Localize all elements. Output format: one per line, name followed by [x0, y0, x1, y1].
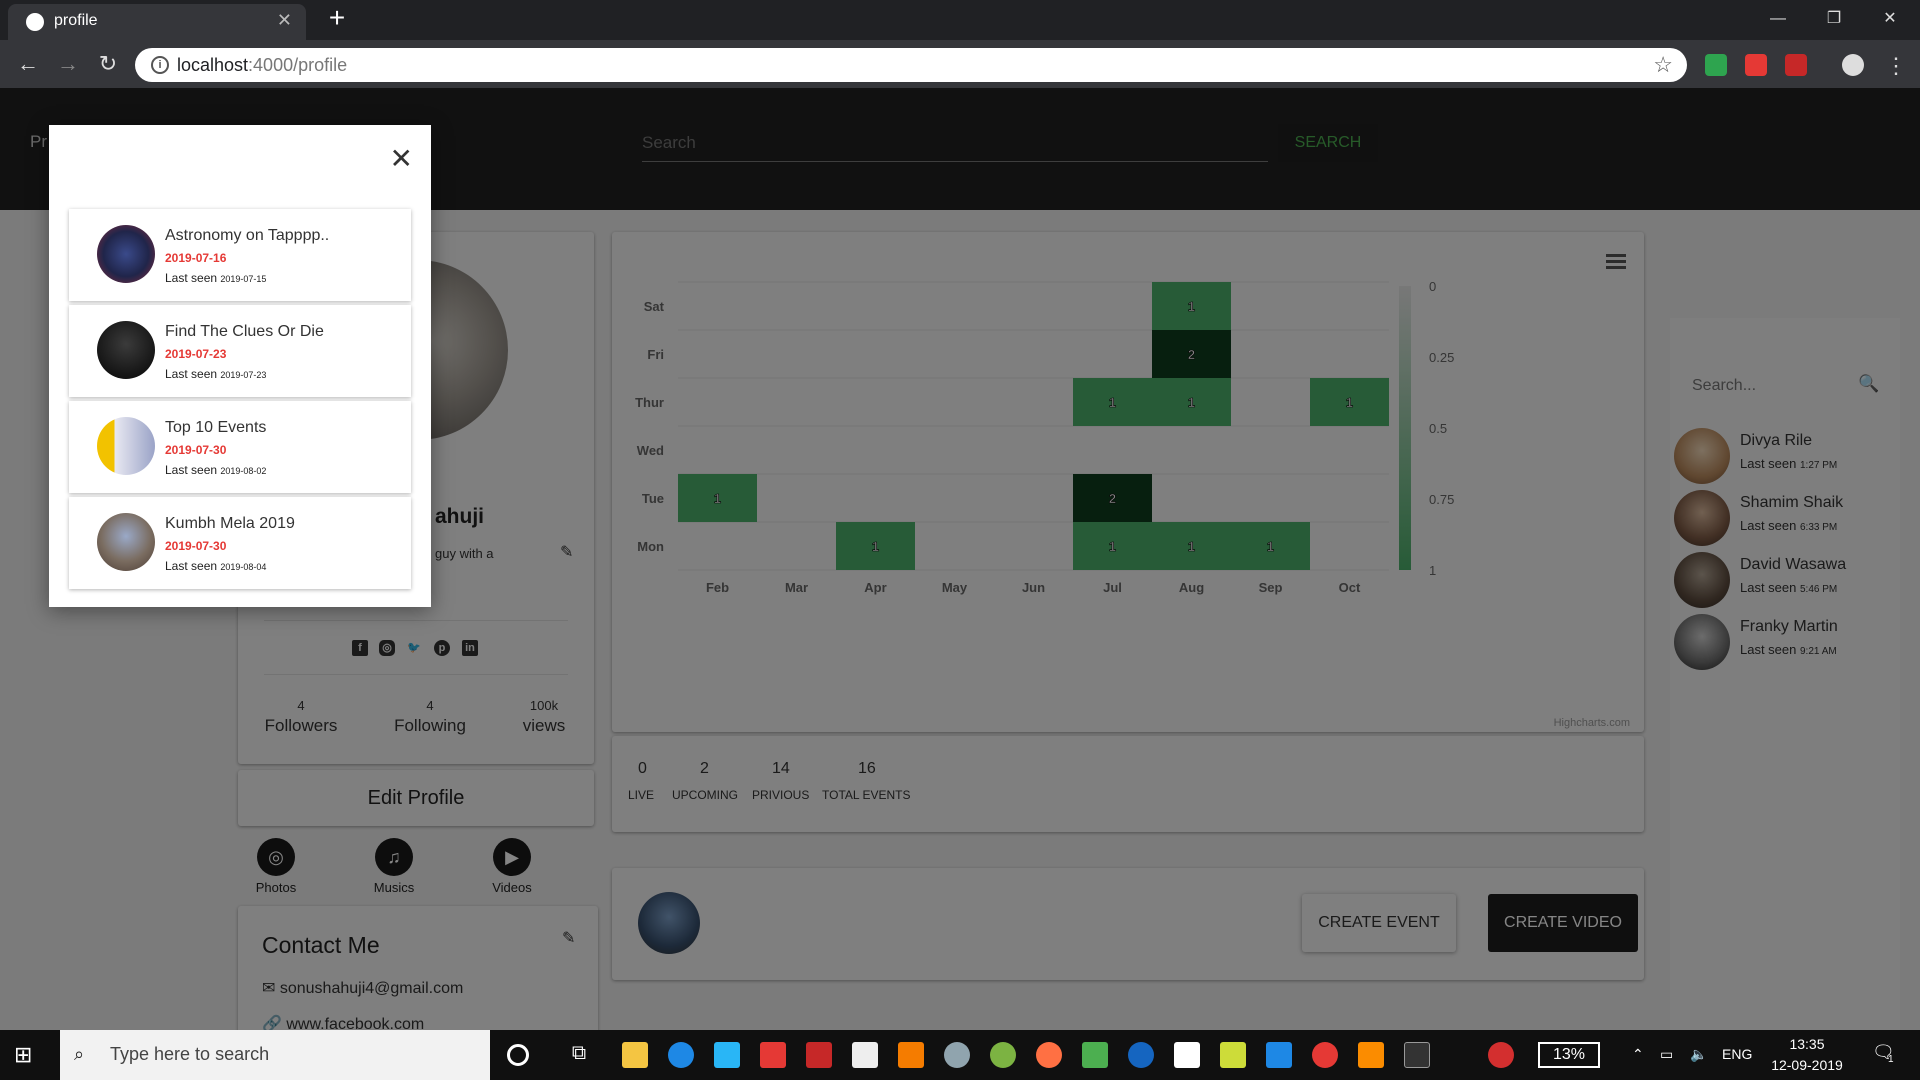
clock-date: 12-09-2019	[1771, 1057, 1843, 1073]
bookmark-star-icon[interactable]: ☆	[1653, 52, 1673, 78]
url-host: localhost	[177, 55, 249, 75]
app-l-icon[interactable]	[714, 1042, 740, 1068]
event-last-seen: Last seen 2019-07-23	[165, 367, 266, 381]
network-icon[interactable]: ▭	[1660, 1046, 1673, 1063]
event-date: 2019-07-30	[165, 443, 227, 457]
reload-icon[interactable]: ↻	[94, 50, 122, 78]
event-date: 2019-07-23	[165, 347, 227, 361]
last-seen-date: 2019-08-02	[220, 466, 267, 476]
last-seen-date: 2019-07-15	[220, 274, 267, 284]
app-x-icon[interactable]	[1174, 1042, 1200, 1068]
pycharm-icon[interactable]	[1220, 1042, 1246, 1068]
maps-icon[interactable]	[1128, 1042, 1154, 1068]
globe-icon	[26, 13, 44, 31]
shield-extension-icon[interactable]	[1705, 54, 1727, 76]
event-title: Find The Clues Or Die	[165, 323, 324, 340]
tab-close-icon[interactable]: ✕	[277, 10, 292, 31]
app-red-icon[interactable]	[760, 1042, 786, 1068]
last-seen-label: Last seen	[165, 463, 218, 477]
last-seen-label: Last seen	[165, 271, 218, 285]
new-tab-button[interactable]: +	[322, 4, 352, 34]
tray-chevron-icon[interactable]: ⌃	[1632, 1046, 1644, 1063]
event-last-seen: Last seen 2019-07-15	[165, 271, 266, 285]
event-list-item[interactable]: Top 10 Events 2019-07-30 Last seen 2019-…	[69, 401, 411, 493]
event-title: Top 10 Events	[165, 419, 267, 436]
taskbar-search-placeholder: Type here to search	[110, 1044, 270, 1064]
forward-icon[interactable]: →	[54, 50, 82, 78]
last-seen-label: Last seen	[165, 559, 218, 573]
event-last-seen: Last seen 2019-08-02	[165, 463, 266, 477]
app-blob-icon[interactable]	[944, 1042, 970, 1068]
event-date: 2019-07-30	[165, 539, 227, 553]
event-last-seen: Last seen 2019-08-04	[165, 559, 266, 573]
search-icon: ⌕	[74, 1044, 85, 1064]
event-thumbnail	[97, 513, 155, 571]
event-thumbnail	[97, 417, 155, 475]
event-date: 2019-07-16	[165, 251, 227, 265]
events-modal: ✕ Astronomy on Tapppp.. 2019-07-16 Last …	[49, 125, 431, 607]
android-studio-icon[interactable]	[990, 1042, 1016, 1068]
clock-time: 13:35	[1789, 1036, 1825, 1052]
last-seen-date: 2019-07-23	[220, 370, 267, 380]
volume-icon[interactable]: 🔈	[1690, 1046, 1707, 1063]
restore-icon[interactable]: ❐	[1814, 4, 1854, 34]
event-list-item[interactable]: Find The Clues Or Die 2019-07-23 Last se…	[69, 305, 411, 397]
taskbar-clock[interactable]: 13:35 12-09-2019	[1762, 1034, 1852, 1076]
windows-start-icon[interactable]: ⊞	[14, 1044, 36, 1066]
last-seen-date: 2019-08-04	[220, 562, 267, 572]
mcafee-icon[interactable]	[806, 1042, 832, 1068]
cortana-icon[interactable]	[507, 1044, 529, 1066]
info-icon[interactable]: i	[151, 56, 169, 74]
event-title: Kumbh Mela 2019	[165, 515, 295, 532]
event-thumbnail	[97, 321, 155, 379]
edge-icon[interactable]	[668, 1042, 694, 1068]
pdf-extension-icon[interactable]	[1785, 54, 1807, 76]
vscode-icon[interactable]	[1266, 1042, 1292, 1068]
browser-tab-bar: profile ✕ + — ❐ ✕	[0, 0, 1920, 40]
menu-dots-icon[interactable]: ⋮	[1882, 52, 1910, 80]
tab-title: profile	[54, 12, 98, 29]
notification-count: 1	[1888, 1054, 1894, 1065]
file-explorer-icon[interactable]	[622, 1042, 648, 1068]
event-title: Astronomy on Tapppp..	[165, 227, 330, 244]
window-close-icon[interactable]: ✕	[1870, 4, 1910, 34]
url-path: :4000/profile	[248, 55, 348, 75]
chrome-icon[interactable]	[1312, 1042, 1338, 1068]
battery-indicator[interactable]: 13%	[1538, 1042, 1600, 1068]
windows-taskbar: ⊞ ⌕ Type here to search ⧉ 13% ⌃ ▭ 🔈 ENG …	[0, 1030, 1920, 1080]
tray-app-icon[interactable]	[1488, 1042, 1514, 1068]
last-seen-label: Last seen	[165, 367, 218, 381]
xampp-icon[interactable]	[1358, 1042, 1384, 1068]
taskbar-search-box[interactable]: ⌕ Type here to search	[60, 1030, 490, 1080]
close-icon[interactable]: ✕	[390, 145, 413, 173]
event-list-item[interactable]: Kumbh Mela 2019 2019-07-30 Last seen 201…	[69, 497, 411, 589]
back-icon[interactable]: ←	[14, 50, 42, 78]
minimize-icon[interactable]: —	[1758, 4, 1798, 34]
url-text: localhost:4000/profile	[177, 55, 347, 76]
url-bar[interactable]: i localhost:4000/profile ☆	[135, 48, 1687, 82]
task-view-icon[interactable]: ⧉	[566, 1042, 592, 1068]
language-indicator[interactable]: ENG	[1722, 1046, 1752, 1062]
terminal-icon[interactable]	[1404, 1042, 1430, 1068]
postman-icon[interactable]	[1036, 1042, 1062, 1068]
pocket-extension-icon[interactable]	[1745, 54, 1767, 76]
mail-icon[interactable]	[852, 1042, 878, 1068]
browser-tab[interactable]: profile ✕	[8, 4, 306, 40]
profile-avatar-icon[interactable]	[1842, 54, 1864, 76]
event-list-item[interactable]: Astronomy on Tapppp.. 2019-07-16 Last se…	[69, 209, 411, 301]
event-thumbnail	[97, 225, 155, 283]
store-icon[interactable]	[1082, 1042, 1108, 1068]
sublime-icon[interactable]	[898, 1042, 924, 1068]
